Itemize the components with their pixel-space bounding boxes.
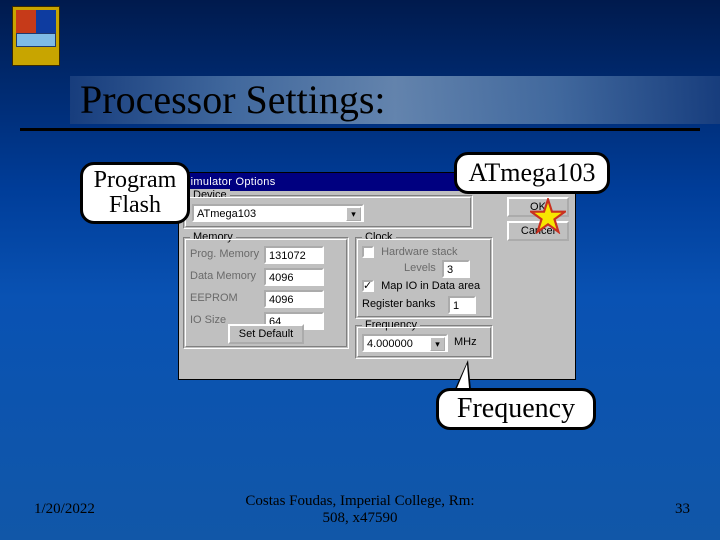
title-bar: Processor Settings: (70, 76, 720, 124)
data-mem-input[interactable]: 4096 (264, 268, 324, 286)
device-group-label: Device (190, 189, 230, 201)
eeprom-label: EEPROM (190, 292, 238, 304)
callout-text: Frequency (457, 393, 575, 425)
frequency-select[interactable]: 4.000000 ▾ (362, 334, 448, 352)
simulator-options-dialog: Simulator Options Device ATmega103 ▾ OK … (178, 172, 576, 380)
page-number: 33 (675, 501, 690, 518)
prog-mem-input[interactable]: 131072 (264, 246, 324, 264)
footer-line2: 508, x47590 (323, 510, 398, 526)
callout-text: ATmega103 (468, 158, 595, 188)
map-io-label: Map IO in Data area (381, 280, 480, 292)
hw-stack-checkbox[interactable]: Hardware stack (362, 246, 457, 258)
callout-program-flash: Program Flash (80, 162, 190, 224)
page-title: Processor Settings: (70, 76, 720, 124)
set-default-button[interactable]: Set Default (228, 324, 304, 344)
levels-input[interactable]: 3 (442, 260, 470, 278)
frequency-group: Frequency 4.000000 ▾ MHz (355, 325, 493, 359)
callout-atmega: ATmega103 (454, 152, 610, 194)
levels-label: Levels (404, 262, 436, 274)
frequency-value: 4.000000 (367, 338, 413, 350)
checkbox-icon (362, 246, 374, 258)
callout-frequency: Frequency (436, 388, 596, 430)
chevron-down-icon[interactable]: ▾ (346, 207, 361, 221)
prog-mem-label: Prog. Memory (190, 248, 259, 260)
frequency-unit: MHz (454, 336, 477, 348)
reg-banks-label: Register banks (362, 298, 435, 310)
star-icon (530, 198, 566, 234)
frequency-group-label: Frequency (362, 319, 420, 331)
memory-group-label: Memory (190, 231, 236, 243)
data-mem-label: Data Memory (190, 270, 256, 282)
eeprom-input[interactable]: 4096 (264, 290, 324, 308)
checkbox-icon (362, 280, 374, 292)
footer-center: Costas Foudas, Imperial College, Rm: 508… (0, 493, 720, 526)
callout-text: Flash (109, 192, 161, 218)
clock-group-label: Clock (362, 231, 396, 243)
callout-text: Program (94, 167, 177, 193)
device-value: ATmega103 (197, 208, 256, 220)
title-underline (20, 128, 700, 131)
device-group: Device ATmega103 ▾ (183, 195, 473, 229)
footer-line1: Costas Foudas, Imperial College, Rm: (245, 493, 474, 509)
map-io-checkbox[interactable]: Map IO in Data area (362, 280, 480, 292)
logo-crest (12, 6, 60, 66)
memory-group: Memory Prog. Memory 131072 Data Memory 4… (183, 237, 349, 349)
device-select[interactable]: ATmega103 ▾ (192, 204, 364, 222)
io-size-label: IO Size (190, 314, 226, 326)
reg-banks-input[interactable]: 1 (448, 296, 476, 314)
chevron-down-icon[interactable]: ▾ (430, 337, 445, 351)
hw-stack-label: Hardware stack (381, 246, 457, 258)
clock-group: Clock Hardware stack Levels 3 Map IO in … (355, 237, 493, 319)
